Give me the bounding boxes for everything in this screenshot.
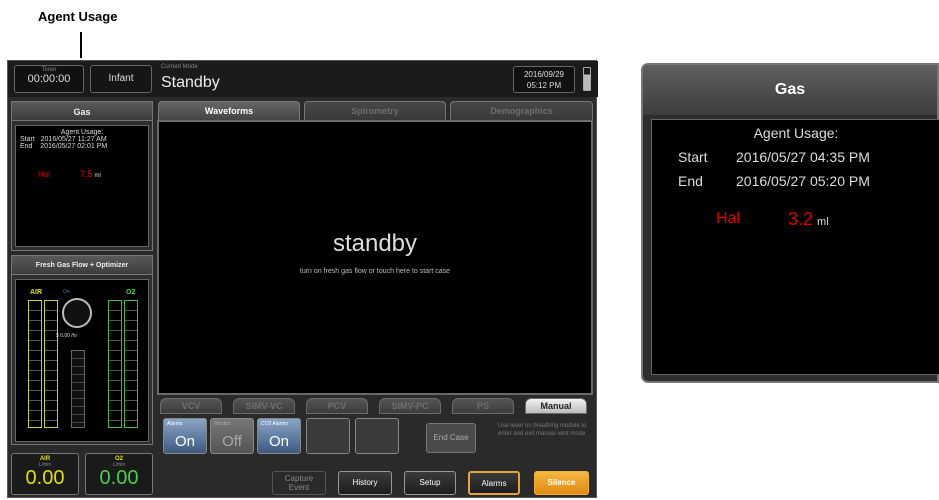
agent-amount-group: 7.5 ml [80, 169, 101, 179]
zoom-start-label: Start [678, 149, 708, 165]
silence-button[interactable]: Silence [534, 471, 589, 495]
zoom-end-label: End [678, 173, 703, 189]
gas-panel-content: Agent Usage: Start 2016/05/27 11:27 AM E… [15, 125, 149, 247]
vent-mode-vcv[interactable]: VCV [160, 398, 222, 414]
agent-unit: ml [94, 173, 101, 179]
agent-name: Hal [38, 170, 51, 179]
end-row: End 2016/05/27 02:01 PM [16, 143, 148, 150]
o2-flow-bar [108, 300, 122, 428]
air-flow-label: AIR [30, 289, 43, 296]
patient-type-button[interactable]: Infant [90, 65, 152, 93]
setup-button[interactable]: Setup [404, 471, 456, 495]
zoom-gas-content: Agent Usage: Start 2016/05/27 04:35 PM En… [651, 119, 939, 375]
optimizer-readout: $ 0.00 /hr [56, 333, 78, 339]
capture-line-1: Capture [284, 474, 314, 483]
capture-event-button[interactable]: Capture Event [272, 471, 326, 495]
start-row: Start 2016/05/27 11:27 AM [16, 136, 148, 143]
vent-mode-pcv[interactable]: PCV [306, 398, 368, 414]
air-flow-bar-2 [44, 300, 58, 428]
zoom-start-value: 2016/05/27 04:35 PM [736, 149, 870, 165]
zoom-end-value: 2016/05/27 05:20 PM [736, 173, 870, 189]
agent-usage-heading: Agent Usage: [60, 129, 104, 136]
air-flow-value: 0.00 [25, 467, 65, 489]
top-bar: Timer 00:00:00 Infant Current Mode Stand… [8, 61, 598, 97]
end-label: End [20, 143, 33, 150]
anesthesia-screen: Timer 00:00:00 Infant Current Mode Stand… [7, 60, 598, 498]
gas-panel[interactable]: Gas Agent Usage: Start 2016/05/27 11:27 … [11, 101, 153, 251]
zoom-agent-unit: ml [817, 216, 829, 228]
standby-instructions: turn on fresh gas flow or touch here to … [299, 268, 451, 275]
zoom-end-row: End 2016/05/27 05:20 PM [678, 173, 870, 189]
alarms-toggle-label: Alarms [167, 421, 183, 427]
fresh-gas-title: Fresh Gas Flow + Optimizer [11, 255, 153, 275]
vent-mode-manual[interactable]: Manual [525, 398, 587, 414]
gas-panel-title: Gas [11, 101, 153, 121]
zoom-agent-usage-heading: Agent Usage: [753, 125, 839, 141]
time-text: 05:12 PM [526, 81, 562, 90]
battery-icon [583, 67, 591, 91]
waveform-area[interactable]: standby turn on fresh gas flow or touch … [157, 120, 593, 395]
agent-usage-callout: Agent Usage [38, 9, 118, 24]
o2-flow-label: O2 [126, 289, 136, 296]
manual-mode-hint: Use lever on breathing module to enter a… [498, 423, 587, 437]
zoom-agent-name: Hal [716, 210, 741, 227]
optimizer-on-label: On [63, 289, 70, 295]
alarms-toggle[interactable]: Alarms On [163, 418, 207, 454]
optimizer-gauge-icon [62, 298, 92, 328]
o2-flow-value: 0.00 [99, 467, 139, 489]
timer-value: 00:00:00 [27, 73, 71, 85]
capture-line-2: Event [288, 483, 310, 492]
tab-spirometry[interactable]: Spirometry [304, 101, 446, 120]
o2-flow-bar-2 [124, 300, 138, 428]
blank-control-1[interactable] [306, 418, 350, 454]
history-button[interactable]: History [338, 471, 392, 495]
total-flow-bar [71, 350, 85, 428]
monitor-toggle[interactable]: Monitor Off [210, 418, 254, 454]
co2-alarms-value: On [268, 433, 289, 450]
monitor-toggle-label: Monitor [214, 421, 231, 427]
zoom-gas-title: Gas [643, 65, 937, 115]
co2-alarms-label: CO2 Alarms [261, 421, 288, 427]
zoom-agent-amount: 3.2 [788, 209, 814, 229]
start-value: 2016/05/27 11:27 AM [40, 136, 107, 143]
o2-flow-control[interactable]: O2 L/min 0.00 [85, 453, 153, 495]
end-value: 2016/05/27 02:01 PM [40, 143, 108, 150]
vent-mode-simv-vc[interactable]: SIMV-VC [233, 398, 295, 414]
zoom-agent-amount-group: 3.2 ml [788, 209, 829, 230]
fresh-gas-panel[interactable]: Fresh Gas Flow + Optimizer AIR On O2 $ 0… [11, 255, 153, 445]
agent-amount: 7.5 [80, 169, 93, 179]
alarms-button[interactable]: Alarms [468, 471, 520, 495]
mode-value: Standby [161, 74, 220, 91]
fresh-gas-content: AIR On O2 $ 0.00 /hr [15, 279, 149, 442]
standby-headline: standby [332, 230, 418, 257]
air-flow-bar [28, 300, 42, 428]
end-case-button[interactable]: End Case [426, 423, 476, 453]
datetime-display[interactable]: 2016/09/29 05:12 PM [513, 66, 575, 93]
mode-label: Current Mode [161, 64, 198, 70]
tab-demographics[interactable]: Demographics [450, 101, 593, 120]
monitor-toggle-value: Off [222, 433, 242, 450]
vent-mode-ps[interactable]: PS [452, 398, 514, 414]
date-text: 2016/09/29 [523, 70, 565, 79]
zoom-start-row: Start 2016/05/27 04:35 PM [678, 149, 870, 165]
gas-panel-zoom: Gas Agent Usage: Start 2016/05/27 04:35 P… [641, 63, 939, 383]
air-flow-control[interactable]: AIR L/min 0.00 [11, 453, 79, 495]
start-label: Start [20, 136, 35, 143]
timer-display[interactable]: Timer 00:00:00 [14, 65, 84, 93]
co2-alarms-toggle[interactable]: CO2 Alarms On [257, 418, 301, 454]
tab-waveforms[interactable]: Waveforms [158, 101, 300, 120]
callout-line [80, 32, 82, 58]
blank-control-2[interactable] [355, 418, 399, 454]
alarms-toggle-value: On [174, 433, 195, 450]
vent-mode-simv-pc[interactable]: SIMV-PC [379, 398, 441, 414]
